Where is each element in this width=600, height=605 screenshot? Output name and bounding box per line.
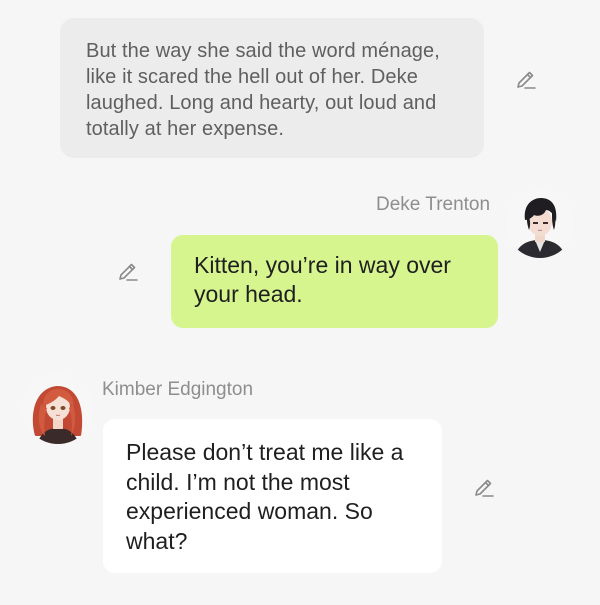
avatar-kimber[interactable] (23, 374, 93, 444)
edit-message-deke-pencil-icon[interactable] (116, 260, 140, 284)
narration-bubble: But the way she said the word ménage, li… (60, 18, 484, 158)
message-bubble-kimber: Please don’t treat me like a child. I’m … (103, 419, 442, 573)
edit-narration-pencil-icon[interactable] (514, 68, 538, 92)
message-text-kimber: Please don’t treat me like a child. I’m … (126, 439, 404, 554)
message-text-deke: Kitten, you’re in way over your head. (194, 252, 451, 307)
dark-haired-man-avatar-icon (506, 190, 574, 258)
avatar-deke[interactable] (506, 190, 574, 258)
speaker-name-kimber: Kimber Edgington (102, 379, 254, 400)
message-bubble-deke: Kitten, you’re in way over your head. (171, 235, 498, 328)
edit-message-kimber-pencil-icon[interactable] (472, 476, 496, 500)
narration-text: But the way she said the word ménage, li… (86, 40, 440, 140)
speaker-name-deke: Deke Trenton (376, 194, 491, 215)
red-haired-woman-avatar-icon (23, 374, 93, 444)
